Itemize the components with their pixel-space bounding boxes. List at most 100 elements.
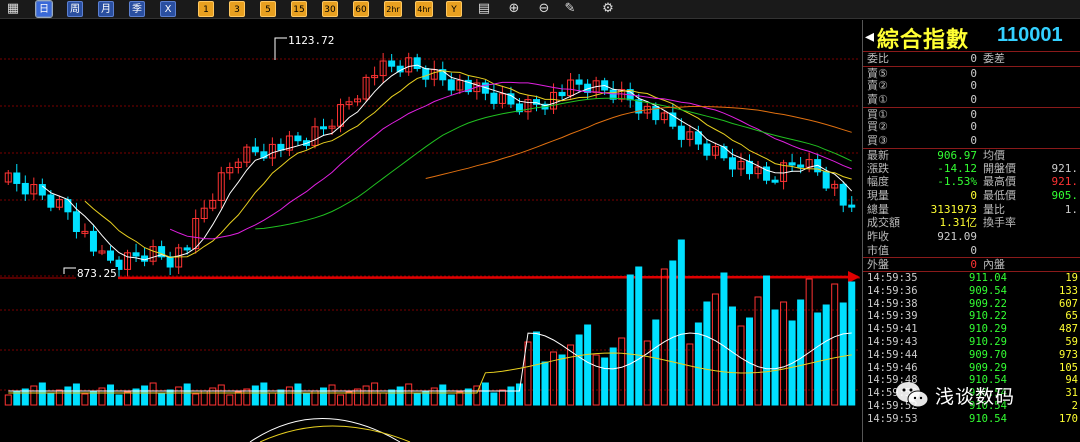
volume-bar [822, 304, 830, 406]
toolbar-calendar-button[interactable]: ▦ [5, 1, 21, 17]
tick-volume: 133 [1059, 284, 1078, 297]
volume-bar [268, 392, 276, 406]
candle-body [558, 91, 566, 97]
toolbar-year-button[interactable]: Y [446, 1, 462, 17]
quote-row: 漲跌 -14.12 開盤價 921. [863, 162, 1080, 176]
toolbar-draw-button[interactable]: ✎ [562, 1, 578, 17]
candle-body [490, 92, 498, 104]
toolbar-m1-button[interactable]: 1 [198, 1, 214, 17]
volume-bar [47, 392, 55, 406]
tick-row: 14:59:53 910.54 170 [863, 413, 1080, 426]
quote-label: 賣① [867, 93, 888, 107]
tick-volume: 2 [1071, 399, 1078, 412]
expand-arrow-icon[interactable]: ◂ [865, 26, 874, 47]
volume-bar [490, 392, 498, 406]
tick-volume: 94 [1065, 374, 1078, 387]
quote-row: 幅度 -1.53% 最高價 921. [863, 175, 1080, 189]
volume-bar [737, 325, 745, 406]
volume-bar [533, 331, 540, 406]
volume-bar [183, 383, 191, 406]
quote-label: 成交額 [867, 216, 900, 230]
tick-volume: 105 [1059, 361, 1078, 374]
toolbar-zoom-out-button[interactable]: ⊖ [536, 1, 552, 17]
quote-label-2: 最高價 [983, 175, 1016, 189]
toolbar-m3-button[interactable]: 3 [229, 1, 245, 17]
quote-value: 906.97 [937, 148, 977, 162]
toolbar-m60-button[interactable]: 60 [353, 1, 369, 17]
tick-volume: 65 [1065, 310, 1078, 323]
candle-body [728, 157, 736, 170]
quote-value-2: 1. [1064, 202, 1078, 216]
low-marker [63, 267, 76, 274]
volume-bar [337, 394, 345, 406]
volume-bar [64, 386, 72, 406]
volume-bar [124, 391, 132, 406]
volume-bar [720, 272, 728, 406]
tick-row: 14:59:38 909.22 607 [863, 298, 1080, 311]
order-book: 委比 0 委差 賣⑤ 0 賣② 0 賣① 0 買① 0 買② 0 買③ 0 [863, 52, 1080, 148]
chart-canvas[interactable] [0, 20, 860, 442]
toolbar-day-button[interactable]: 日 [35, 0, 53, 18]
tick-row: 14:59:36 909.54 133 [863, 285, 1080, 298]
volume-bar [234, 391, 242, 406]
quote-label: 外盤 [867, 258, 889, 272]
quote-label: 昨收 [867, 229, 889, 243]
quote-value: 0 [970, 120, 977, 134]
quote-value: -1.53% [937, 175, 977, 189]
volume-bar [302, 393, 310, 406]
quote-label-2: 均價 [983, 148, 1005, 162]
candle-body [166, 256, 174, 268]
quote-value: 0 [970, 258, 977, 272]
candle-body [89, 230, 97, 252]
toolbar-h4-button[interactable]: 4hr [415, 1, 433, 17]
quote-value: 0 [970, 188, 977, 202]
quote-value: 1.31亿 [939, 216, 978, 230]
volume-bar [345, 391, 353, 406]
volume-bar [81, 393, 89, 406]
toolbar-m5-button[interactable]: 5 [260, 1, 276, 17]
tick-row: 14:59:35 911.04 19 [863, 272, 1080, 285]
toolbar-indicator-button[interactable]: ▤ [476, 1, 492, 17]
volume-bar [13, 391, 21, 406]
quote-row: 委比 0 委差 [863, 52, 1080, 66]
quote-label-2: 開盤價 [983, 161, 1016, 175]
toolbar-h2-button[interactable]: 2hr [384, 1, 402, 17]
candle-body [47, 194, 55, 208]
tick-price: 910.29 [969, 323, 1007, 336]
volume-bar [107, 384, 114, 406]
candle-body [797, 164, 805, 168]
volume-bar [831, 283, 839, 406]
quote-row: 賣② 0 [863, 79, 1080, 93]
candle-body [669, 112, 677, 127]
quote-row: 外盤 0 內盤 [863, 257, 1080, 271]
wechat-icon [896, 382, 929, 408]
toolbar-m30-button[interactable]: 30 [322, 1, 338, 17]
tick-row: 14:59:43 910.29 59 [863, 336, 1080, 349]
volume-bar [618, 337, 626, 406]
toolbar-settings-button[interactable]: ⚙ [600, 1, 616, 17]
quote-row: 賣⑤ 0 [863, 65, 1080, 80]
toolbar-x-button[interactable]: X [160, 1, 176, 17]
volume-bar [371, 382, 379, 406]
toolbar-zoom-in-button[interactable]: ⊕ [506, 1, 522, 17]
tick-time: 14:59:43 [867, 335, 918, 348]
quote-label-2: 量比 [983, 202, 1005, 216]
low-price-label: 873.25 [76, 267, 118, 280]
volume-bar [839, 302, 847, 406]
kline-chart[interactable]: 1123.72 873.25 [0, 20, 860, 442]
volume-bar [515, 383, 523, 406]
quote-value: 0 [970, 134, 977, 148]
candle-body [320, 126, 327, 130]
toolbar-m15-button[interactable]: 15 [291, 1, 307, 17]
toolbar-season-button[interactable]: 季 [129, 1, 145, 17]
volume-bar [439, 384, 447, 406]
volume-bar [226, 394, 234, 406]
volume-bar [609, 347, 617, 406]
quote-label: 最新 [867, 148, 889, 162]
quote-label: 買① [867, 107, 888, 121]
toolbar-week-button[interactable]: 周 [67, 1, 83, 17]
volume-bar [677, 239, 685, 406]
toolbar-month-button[interactable]: 月 [98, 1, 114, 17]
volume-bar [805, 278, 813, 406]
candle-body [388, 60, 396, 67]
